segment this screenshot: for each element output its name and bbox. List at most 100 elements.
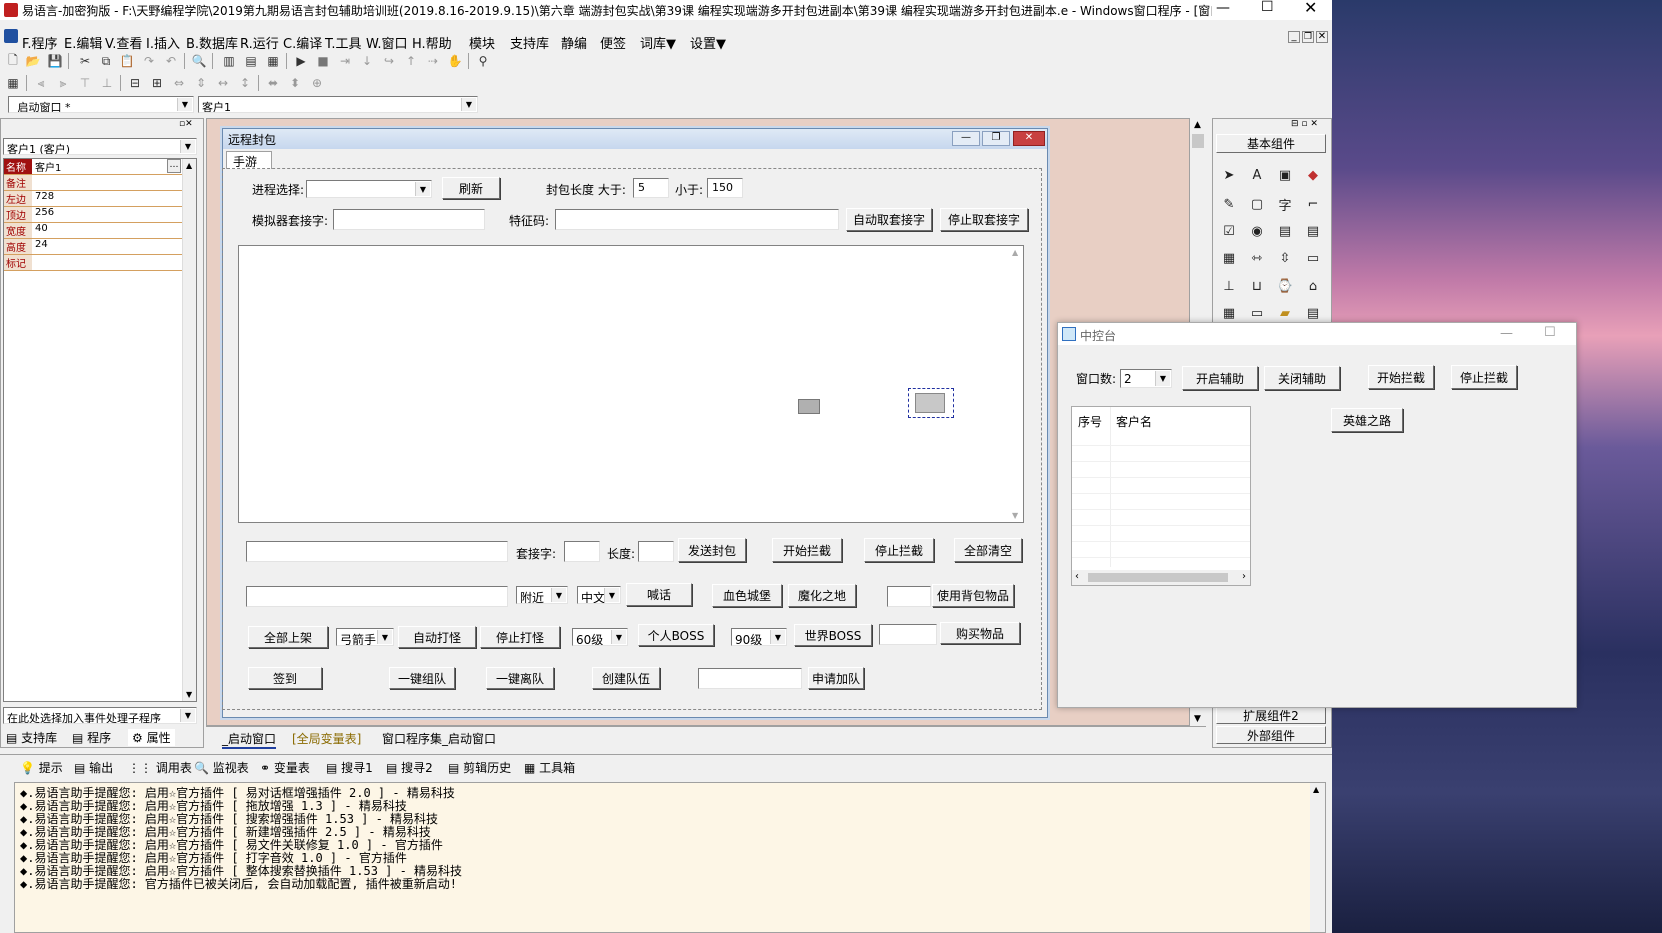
scroll-thumb[interactable] bbox=[1192, 134, 1204, 148]
prop-row-tag[interactable]: 标记 bbox=[4, 255, 182, 271]
buy-item-button[interactable]: 购买物品 bbox=[940, 622, 1020, 644]
scroll-up-icon[interactable]: ▲ bbox=[1012, 248, 1018, 257]
save-icon[interactable]: 💾 bbox=[46, 52, 64, 70]
layout-left-icon[interactable]: ▥ bbox=[220, 52, 238, 70]
bottom-tab-output[interactable]: ▤ 输出 bbox=[74, 759, 113, 776]
prop-value[interactable] bbox=[33, 255, 182, 270]
prop-row-left[interactable]: 左边 728 bbox=[4, 191, 182, 207]
prop-value[interactable]: 40 bbox=[33, 223, 182, 238]
shape-icon[interactable]: ◆ bbox=[1302, 164, 1324, 186]
center-h-icon[interactable]: ⊟ bbox=[126, 74, 144, 92]
step-into-icon[interactable]: ↓ bbox=[358, 52, 376, 70]
selected-client-component[interactable] bbox=[908, 388, 954, 418]
class-select[interactable]: 弓箭手 ▼ bbox=[336, 628, 394, 646]
packet-list-scrollbar[interactable]: ▲ ▼ bbox=[1009, 246, 1023, 522]
tab-program[interactable]: ▤ 程序 bbox=[72, 729, 111, 746]
blood-castle-button[interactable]: 血色城堡 bbox=[712, 584, 782, 607]
radio-icon[interactable]: ◉ bbox=[1246, 220, 1268, 242]
bottom-tab-search1[interactable]: ▤ 搜寻1 bbox=[326, 759, 373, 776]
vscroll-icon[interactable]: ⇳ bbox=[1274, 247, 1296, 269]
minimize-button[interactable]: — bbox=[1216, 0, 1230, 16]
send-packet-button[interactable]: 发送封包 bbox=[678, 538, 746, 562]
size-both-icon[interactable]: ⊕ bbox=[308, 74, 326, 92]
pointer-icon[interactable]: ➤ bbox=[1218, 164, 1240, 186]
log-scrollbar[interactable]: ▲ bbox=[1310, 783, 1325, 932]
buy-item-input[interactable] bbox=[879, 624, 937, 645]
prop-row-width[interactable]: 宽度 40 bbox=[4, 223, 182, 239]
align-bottom-icon[interactable]: ⊥ bbox=[98, 74, 116, 92]
socket-input[interactable] bbox=[564, 541, 600, 562]
status-bar-icon[interactable]: ▭ bbox=[1246, 302, 1268, 324]
close-assist-button[interactable]: 关闭辅助 bbox=[1264, 366, 1340, 390]
property-grid-scrollbar[interactable]: ▲ ▼ bbox=[182, 159, 196, 701]
scroll-up-icon[interactable]: ▲ bbox=[186, 161, 192, 170]
button-icon[interactable]: ▢ bbox=[1246, 193, 1268, 215]
timer-icon[interactable]: ⌚ bbox=[1274, 275, 1296, 297]
scroll-up-icon[interactable]: ▲ bbox=[1313, 785, 1319, 794]
extension-components-2-button[interactable]: 扩展组件2 bbox=[1216, 706, 1326, 724]
form-close-button[interactable]: ✕ bbox=[1013, 131, 1045, 146]
groupbox-icon[interactable]: ▤ bbox=[1274, 220, 1296, 242]
team-input[interactable] bbox=[698, 668, 802, 689]
table-icon[interactable]: ▦ bbox=[1218, 302, 1240, 324]
size-v-icon[interactable]: ⬍ bbox=[286, 74, 304, 92]
shout-button[interactable]: 喊话 bbox=[626, 583, 692, 606]
image-icon[interactable]: ▣ bbox=[1274, 164, 1296, 186]
prop-row-remark[interactable]: 备注 bbox=[4, 175, 182, 191]
hand-icon[interactable]: ✋ bbox=[446, 52, 464, 70]
prop-row-top[interactable]: 顶边 256 bbox=[4, 207, 182, 223]
edit-box-icon[interactable]: ✎ bbox=[1218, 193, 1240, 215]
step-out-icon[interactable]: ↑ bbox=[402, 52, 420, 70]
console-stop-intercept-button[interactable]: 停止拦截 bbox=[1451, 365, 1517, 389]
prop-value[interactable]: 客户1 bbox=[33, 159, 182, 174]
client-list-hscroll[interactable]: ‹ › bbox=[1072, 570, 1250, 585]
document-icon[interactable]: ▤ bbox=[1302, 302, 1324, 324]
bottom-tab-call-stack[interactable]: ⋮⋮ 调用表 bbox=[128, 759, 192, 776]
prop-value[interactable]: 728 bbox=[33, 191, 182, 206]
bottom-tab-hint[interactable]: 💡 提示 bbox=[20, 759, 63, 776]
use-bag-item-button[interactable]: 使用背包物品 bbox=[932, 584, 1014, 607]
prop-row-height[interactable]: 高度 24 bbox=[4, 239, 182, 255]
create-team-button[interactable]: 创建队伍 bbox=[592, 667, 660, 689]
space-v-icon[interactable]: ↕ bbox=[236, 74, 254, 92]
progress-icon[interactable]: ▭ bbox=[1302, 247, 1324, 269]
event-select[interactable]: 在此处选择加入事件处理子程序 ▼ bbox=[3, 707, 197, 724]
folder-icon[interactable]: ▰ bbox=[1274, 302, 1296, 324]
layout-top-icon[interactable]: ▤ bbox=[242, 52, 260, 70]
hscroll-icon[interactable]: ⇿ bbox=[1246, 247, 1268, 269]
window-count-select[interactable]: 2 ▼ bbox=[1120, 369, 1172, 388]
mdi-close-icon[interactable]: ✕ bbox=[1316, 31, 1328, 43]
form-max-button[interactable]: ❐ bbox=[982, 131, 1010, 146]
step-icon[interactable]: ⇥ bbox=[336, 52, 354, 70]
prop-row-name[interactable]: 名称 客户1… bbox=[4, 159, 182, 175]
one-click-team-button[interactable]: 一键组队 bbox=[389, 667, 455, 689]
signature-input[interactable] bbox=[555, 209, 839, 230]
level90-select[interactable]: 90级 ▼ bbox=[731, 628, 787, 646]
open-assist-button[interactable]: 开启辅助 bbox=[1182, 366, 1258, 390]
dialog-icon[interactable]: ⌂ bbox=[1302, 275, 1324, 297]
scroll-down-icon[interactable]: ▼ bbox=[186, 690, 192, 699]
form-tab-header[interactable]: 手游 bbox=[226, 151, 272, 169]
maximize-button[interactable]: ☐ bbox=[1261, 0, 1274, 15]
bottom-tab-toolbox[interactable]: ▦ 工具箱 bbox=[524, 759, 575, 776]
cut-icon[interactable]: ✂ bbox=[76, 52, 94, 70]
align-left-icon[interactable]: ⫷ bbox=[32, 74, 50, 92]
stop-fight-button[interactable]: 停止打怪 bbox=[480, 626, 560, 648]
bottom-tab-search2[interactable]: ▤ 搜寻2 bbox=[386, 759, 433, 776]
stop-get-socket-button[interactable]: 停止取套接字 bbox=[940, 208, 1028, 231]
component-icon[interactable] bbox=[798, 399, 820, 414]
language-select[interactable]: 中文 ▼ bbox=[577, 586, 621, 604]
apply-join-button[interactable]: 申请加队 bbox=[808, 667, 864, 689]
mdi-min-icon[interactable]: _ bbox=[1288, 31, 1300, 43]
level60-select[interactable]: 60级 ▼ bbox=[572, 628, 628, 646]
center-v-icon[interactable]: ⊞ bbox=[148, 74, 166, 92]
console-start-intercept-button[interactable]: 开始拦截 bbox=[1368, 365, 1434, 389]
channel-select[interactable]: 附近 ▼ bbox=[516, 586, 568, 604]
window-select[interactable]: _启动窗口 * ▼ bbox=[8, 96, 194, 113]
tab-control-icon[interactable]: ⊔ bbox=[1246, 275, 1268, 297]
editor-tab-window-assembly[interactable]: 窗口程序集_启动窗口 bbox=[382, 730, 496, 747]
close-button[interactable]: ✕ bbox=[1304, 0, 1317, 17]
one-click-leave-button[interactable]: 一键离队 bbox=[486, 667, 554, 689]
align-right-icon[interactable]: ⫸ bbox=[54, 74, 72, 92]
ellipsis-button[interactable]: … bbox=[167, 159, 181, 173]
